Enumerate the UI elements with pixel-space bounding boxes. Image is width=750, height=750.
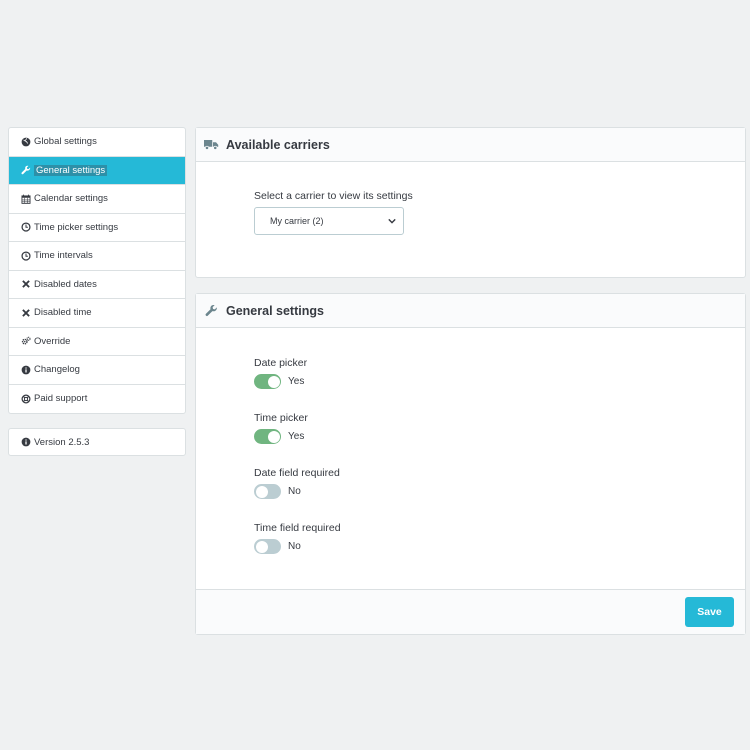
- sidebar-item-override[interactable]: Override: [9, 328, 185, 356]
- version-info: Version 2.5.3: [8, 428, 186, 456]
- carrier-select[interactable]: My carrier (2): [254, 207, 404, 235]
- sidebar-item-label: Paid support: [34, 393, 88, 405]
- sidebar-item-paid-support[interactable]: Paid support: [9, 385, 185, 414]
- sidebar-item-time-intervals[interactable]: Time intervals: [9, 242, 185, 271]
- toggle-state: Yes: [288, 376, 305, 387]
- time-picker-toggle[interactable]: [254, 429, 281, 444]
- sidebar-item-label: Override: [34, 335, 71, 347]
- sidebar-item-calendar-settings[interactable]: Calendar settings: [9, 185, 185, 214]
- truck-icon: [204, 138, 220, 152]
- setting-label: Date field required: [254, 467, 340, 479]
- date-field-required-setting: Date field required No: [254, 467, 340, 499]
- save-button[interactable]: Save: [685, 597, 734, 627]
- time-picker-setting: Time picker Yes: [254, 412, 308, 444]
- cogs-icon: [20, 335, 32, 347]
- panel-header: General settings: [196, 294, 745, 328]
- info-circle-icon: [20, 436, 32, 448]
- date-picker-toggle[interactable]: [254, 374, 281, 389]
- times-icon: [20, 307, 32, 319]
- wrench-icon: [204, 304, 220, 318]
- clock-icon: [20, 221, 32, 233]
- toggle-state: No: [288, 486, 301, 497]
- sidebar-item-label: Global settings: [34, 136, 97, 148]
- calendar-icon: [20, 193, 32, 205]
- sidebar: Global settings General settings Calenda…: [8, 127, 186, 414]
- toggle-state: No: [288, 541, 301, 552]
- sidebar-item-label: General settings: [34, 164, 108, 176]
- panel-header: Available carriers: [196, 128, 745, 162]
- setting-label: Time field required: [254, 522, 341, 534]
- times-icon: [20, 278, 32, 290]
- sidebar-item-label: Changelog: [34, 364, 80, 376]
- time-field-required-setting: Time field required No: [254, 522, 341, 554]
- clock-icon: [20, 250, 32, 262]
- life-ring-icon: [20, 393, 32, 405]
- general-settings-panel: General settings Date picker Yes Time pi…: [195, 293, 746, 635]
- version-label: Version 2.5.3: [34, 436, 90, 448]
- sidebar-item-disabled-time[interactable]: Disabled time: [9, 299, 185, 328]
- sidebar-item-label: Disabled time: [34, 307, 92, 319]
- globe-icon: [20, 136, 32, 148]
- panel-title: Available carriers: [226, 137, 330, 152]
- available-carriers-panel: Available carriers Select a carrier to v…: [195, 127, 746, 278]
- panel-footer: Save: [196, 589, 745, 634]
- sidebar-item-general-settings[interactable]: General settings: [9, 156, 185, 185]
- date-field-required-toggle[interactable]: [254, 484, 281, 499]
- carrier-select-value: My carrier (2): [270, 216, 324, 226]
- toggle-state: Yes: [288, 431, 305, 442]
- time-field-required-toggle[interactable]: [254, 539, 281, 554]
- sidebar-item-label: Calendar settings: [34, 193, 108, 205]
- sidebar-item-label: Time intervals: [34, 250, 93, 262]
- chevron-down-icon: [388, 217, 396, 225]
- setting-label: Date picker: [254, 357, 308, 369]
- sidebar-item-label: Time picker settings: [34, 221, 119, 233]
- sidebar-item-time-picker-settings[interactable]: Time picker settings: [9, 214, 185, 242]
- wrench-icon: [20, 164, 32, 176]
- sidebar-item-changelog[interactable]: Changelog: [9, 356, 185, 385]
- panel-title: General settings: [226, 303, 324, 318]
- setting-label: Time picker: [254, 412, 308, 424]
- sidebar-item-global-settings[interactable]: Global settings: [9, 128, 185, 157]
- sidebar-item-label: Disabled dates: [34, 278, 97, 290]
- sidebar-item-disabled-dates[interactable]: Disabled dates: [9, 271, 185, 299]
- info-circle-icon: [20, 364, 32, 376]
- date-picker-setting: Date picker Yes: [254, 357, 307, 389]
- carrier-select-label: Select a carrier to view its settings: [254, 190, 413, 202]
